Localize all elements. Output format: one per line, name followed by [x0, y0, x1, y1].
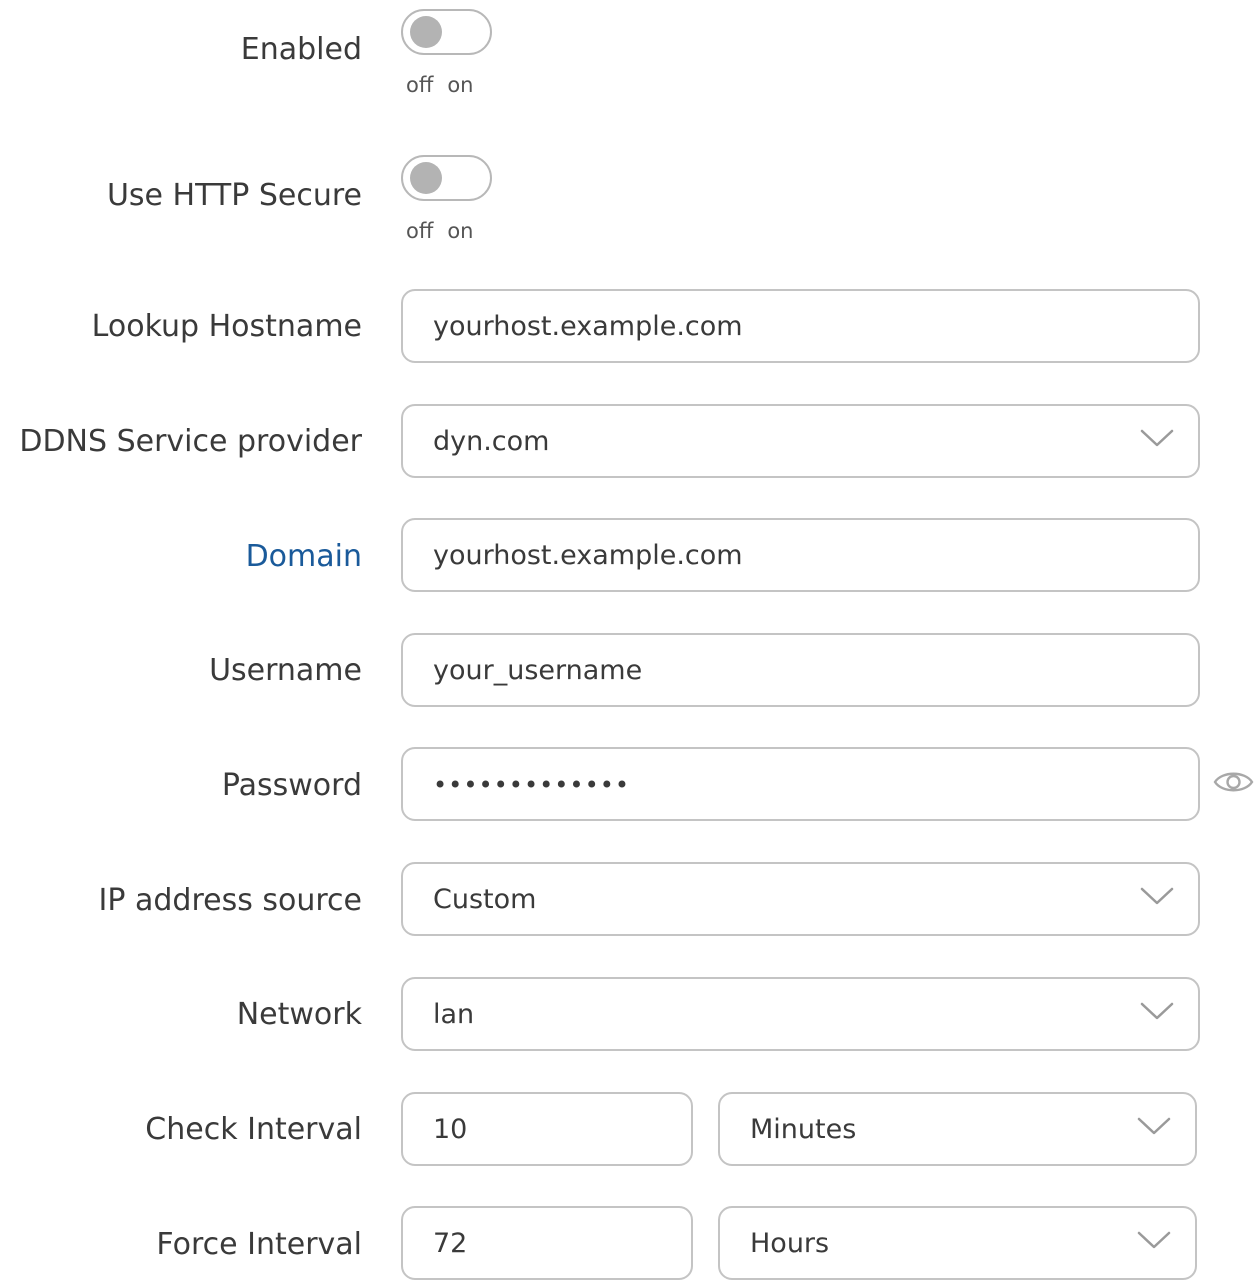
force-interval-value: 72: [433, 1228, 468, 1259]
password-input[interactable]: •••••••••••••: [401, 747, 1200, 821]
chevron-down-icon: [1140, 887, 1174, 905]
enabled-label: Enabled: [240, 32, 362, 67]
eye-icon[interactable]: [1212, 767, 1255, 797]
ip-source-label: IP address source: [98, 883, 363, 918]
toggle-on-text: on: [447, 73, 474, 97]
ip-source-select[interactable]: Custom: [401, 862, 1200, 936]
https-toggle-legend: off on: [406, 217, 474, 245]
toggle-knob: [410, 162, 442, 194]
username-value: your_username: [433, 655, 643, 686]
password-value: •••••••••••••: [433, 771, 631, 799]
chevron-down-icon: [1140, 1002, 1174, 1020]
domain-label[interactable]: Domain: [246, 537, 362, 577]
domain-value: yourhost.example.com: [433, 540, 743, 571]
lookup-hostname-label: Lookup Hostname: [91, 309, 362, 344]
toggle-off-text: off: [406, 73, 434, 97]
https-label: Use HTTP Secure: [106, 178, 362, 213]
force-interval-label: Force Interval: [156, 1227, 362, 1262]
username-input[interactable]: your_username: [401, 633, 1200, 707]
username-label: Username: [209, 653, 362, 688]
network-select[interactable]: lan: [401, 977, 1200, 1051]
force-interval-unit-value: Hours: [750, 1228, 830, 1259]
https-toggle[interactable]: [401, 155, 492, 201]
check-interval-label: Check Interval: [145, 1112, 362, 1147]
lookup-hostname-value: yourhost.example.com: [433, 311, 743, 342]
lookup-hostname-input[interactable]: yourhost.example.com: [401, 289, 1200, 363]
enabled-toggle[interactable]: [401, 9, 492, 55]
domain-input[interactable]: yourhost.example.com: [401, 518, 1200, 592]
check-interval-unit-select[interactable]: Minutes: [718, 1092, 1197, 1166]
chevron-down-icon: [1137, 1231, 1171, 1249]
service-provider-select[interactable]: dyn.com: [401, 404, 1200, 478]
toggle-on-text: on: [447, 219, 474, 243]
chevron-down-icon: [1140, 429, 1174, 447]
force-interval-input[interactable]: 72: [401, 1206, 693, 1280]
force-interval-unit-select[interactable]: Hours: [718, 1206, 1197, 1280]
toggle-off-text: off: [406, 219, 434, 243]
chevron-down-icon: [1137, 1117, 1171, 1135]
service-provider-label: DDNS Service provider: [19, 424, 362, 459]
enabled-toggle-legend: off on: [406, 71, 474, 99]
check-interval-value: 10: [433, 1114, 468, 1145]
service-provider-value: dyn.com: [433, 426, 550, 457]
ip-source-value: Custom: [433, 884, 537, 915]
toggle-knob: [410, 16, 442, 48]
network-value: lan: [433, 999, 475, 1030]
check-interval-unit-value: Minutes: [750, 1114, 857, 1145]
password-label: Password: [221, 768, 362, 803]
network-label: Network: [236, 997, 362, 1032]
check-interval-input[interactable]: 10: [401, 1092, 693, 1166]
